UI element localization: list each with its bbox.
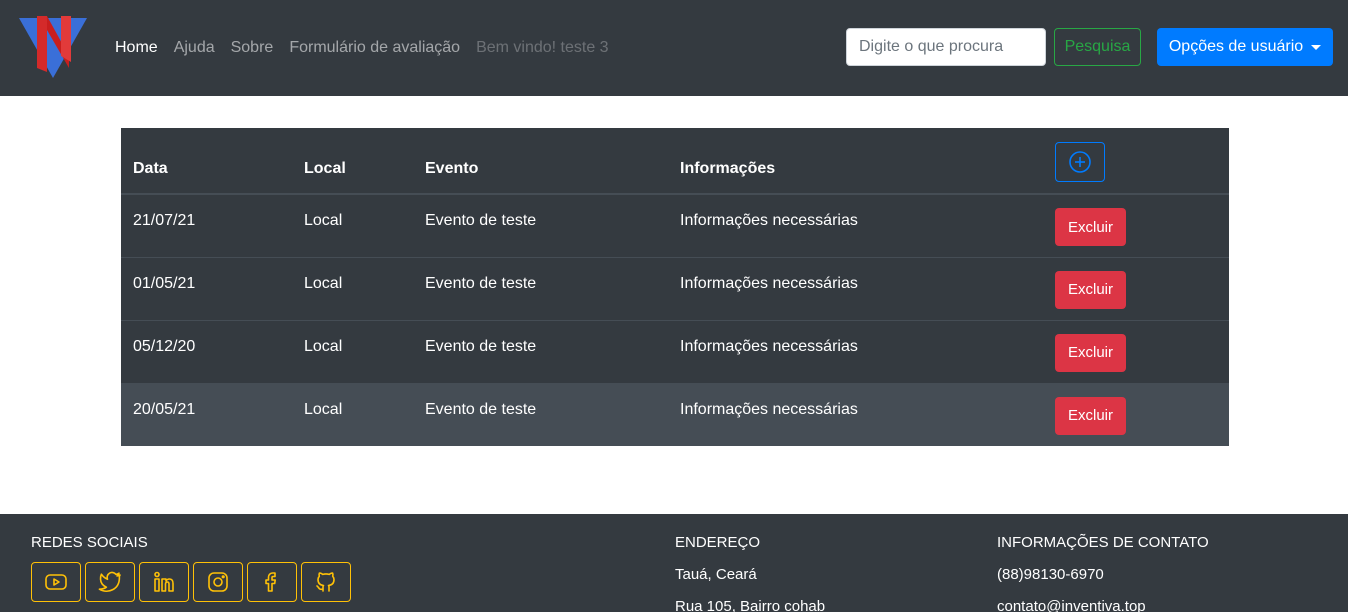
linkedin-link[interactable] (139, 562, 189, 602)
youtube-icon (45, 574, 67, 590)
cell-local: Local (292, 193, 413, 257)
user-options-label: Opções de usuário (1168, 38, 1304, 55)
contact-email[interactable]: contato@inventiva.top (997, 598, 1146, 615)
instagram-icon (208, 572, 228, 592)
chevron-down-icon (1311, 44, 1322, 50)
instagram-link[interactable] (193, 562, 243, 602)
youtube-link[interactable] (31, 562, 81, 602)
add-event-button[interactable] (1055, 141, 1105, 182)
cell-local: Local (292, 382, 413, 446)
events-table: Data Local Evento Informações 21/07/21 L… (121, 128, 1229, 446)
nav-item-sobre[interactable]: Sobre (231, 39, 274, 57)
twitter-icon (98, 571, 121, 592)
plus-circle-icon (1069, 150, 1091, 173)
delete-button[interactable]: Excluir (1055, 270, 1126, 309)
navbar: Home Ajuda Sobre Formulário de avaliação… (0, 0, 1348, 96)
header-actions (1043, 128, 1229, 195)
search-button[interactable]: Pesquisa (1054, 28, 1141, 66)
header-data: Data (121, 128, 292, 195)
github-icon (316, 572, 335, 592)
nav-links: Home Ajuda Sobre Formulário de avaliação… (115, 37, 625, 59)
welcome-text: Bem vindo! teste 3 (476, 39, 609, 56)
cell-data: 05/12/20 (121, 319, 292, 383)
cell-actions: Excluir (1043, 193, 1229, 257)
nav-item-home[interactable]: Home (115, 39, 158, 57)
cell-actions: Excluir (1043, 319, 1229, 383)
cell-data: 21/07/21 (121, 193, 292, 257)
cell-evento: Evento de teste (413, 256, 668, 320)
table-header-row: Data Local Evento Informações (121, 128, 1229, 195)
cell-evento: Evento de teste (413, 382, 668, 446)
header-informacoes: Informações (668, 128, 1043, 195)
contact-title: INFORMAÇÕES DE CONTATO (997, 534, 1209, 551)
social-links (31, 562, 355, 602)
cell-actions: Excluir (1043, 256, 1229, 320)
cell-informacoes: Informações necessárias (668, 256, 1043, 320)
cell-actions: Excluir (1043, 382, 1229, 446)
address-street: Rua 105, Bairro cohab (675, 598, 826, 615)
address-city: Tauá, Ceará (675, 566, 757, 583)
table-row: 21/07/21 Local Evento de teste Informaçõ… (121, 193, 1229, 257)
cell-informacoes: Informações necessárias (668, 319, 1043, 383)
linkedin-icon (154, 571, 174, 592)
address-title: ENDEREÇO (675, 534, 761, 551)
header-local: Local (292, 128, 413, 195)
table-row: 01/05/21 Local Evento de teste Informaçõ… (121, 256, 1229, 320)
social-title: REDES SOCIAIS (31, 534, 148, 551)
cell-data: 20/05/21 (121, 382, 292, 446)
events-table-container: Data Local Evento Informações 21/07/21 L… (121, 128, 1229, 446)
cell-local: Local (292, 319, 413, 383)
cell-data: 01/05/21 (121, 256, 292, 320)
delete-button[interactable]: Excluir (1055, 396, 1126, 435)
delete-button[interactable]: Excluir (1055, 333, 1126, 372)
brand-logo[interactable] (17, 16, 89, 80)
cell-evento: Evento de teste (413, 319, 668, 383)
footer: REDES SOCIAIS ENDEREÇO Tauá, Ceará Rua 1… (0, 514, 1348, 615)
delete-button[interactable]: Excluir (1055, 208, 1126, 246)
cell-local: Local (292, 256, 413, 320)
cell-evento: Evento de teste (413, 193, 668, 257)
contact-phone: (88)98130-6970 (997, 566, 1104, 583)
cell-informacoes: Informações necessárias (668, 193, 1043, 257)
user-options-dropdown[interactable]: Opções de usuário (1157, 28, 1333, 66)
facebook-icon (265, 572, 276, 592)
twitter-link[interactable] (85, 562, 135, 602)
header-evento: Evento (413, 128, 668, 195)
github-link[interactable] (301, 562, 351, 602)
facebook-link[interactable] (247, 562, 297, 602)
nav-item-formulario[interactable]: Formulário de avaliação (289, 39, 460, 57)
cell-informacoes: Informações necessárias (668, 382, 1043, 446)
table-row: 05/12/20 Local Evento de teste Informaçõ… (121, 319, 1229, 383)
search-input[interactable] (846, 28, 1046, 66)
nav-item-ajuda[interactable]: Ajuda (174, 39, 215, 57)
table-row: 20/05/21 Local Evento de teste Informaçõ… (121, 382, 1229, 446)
